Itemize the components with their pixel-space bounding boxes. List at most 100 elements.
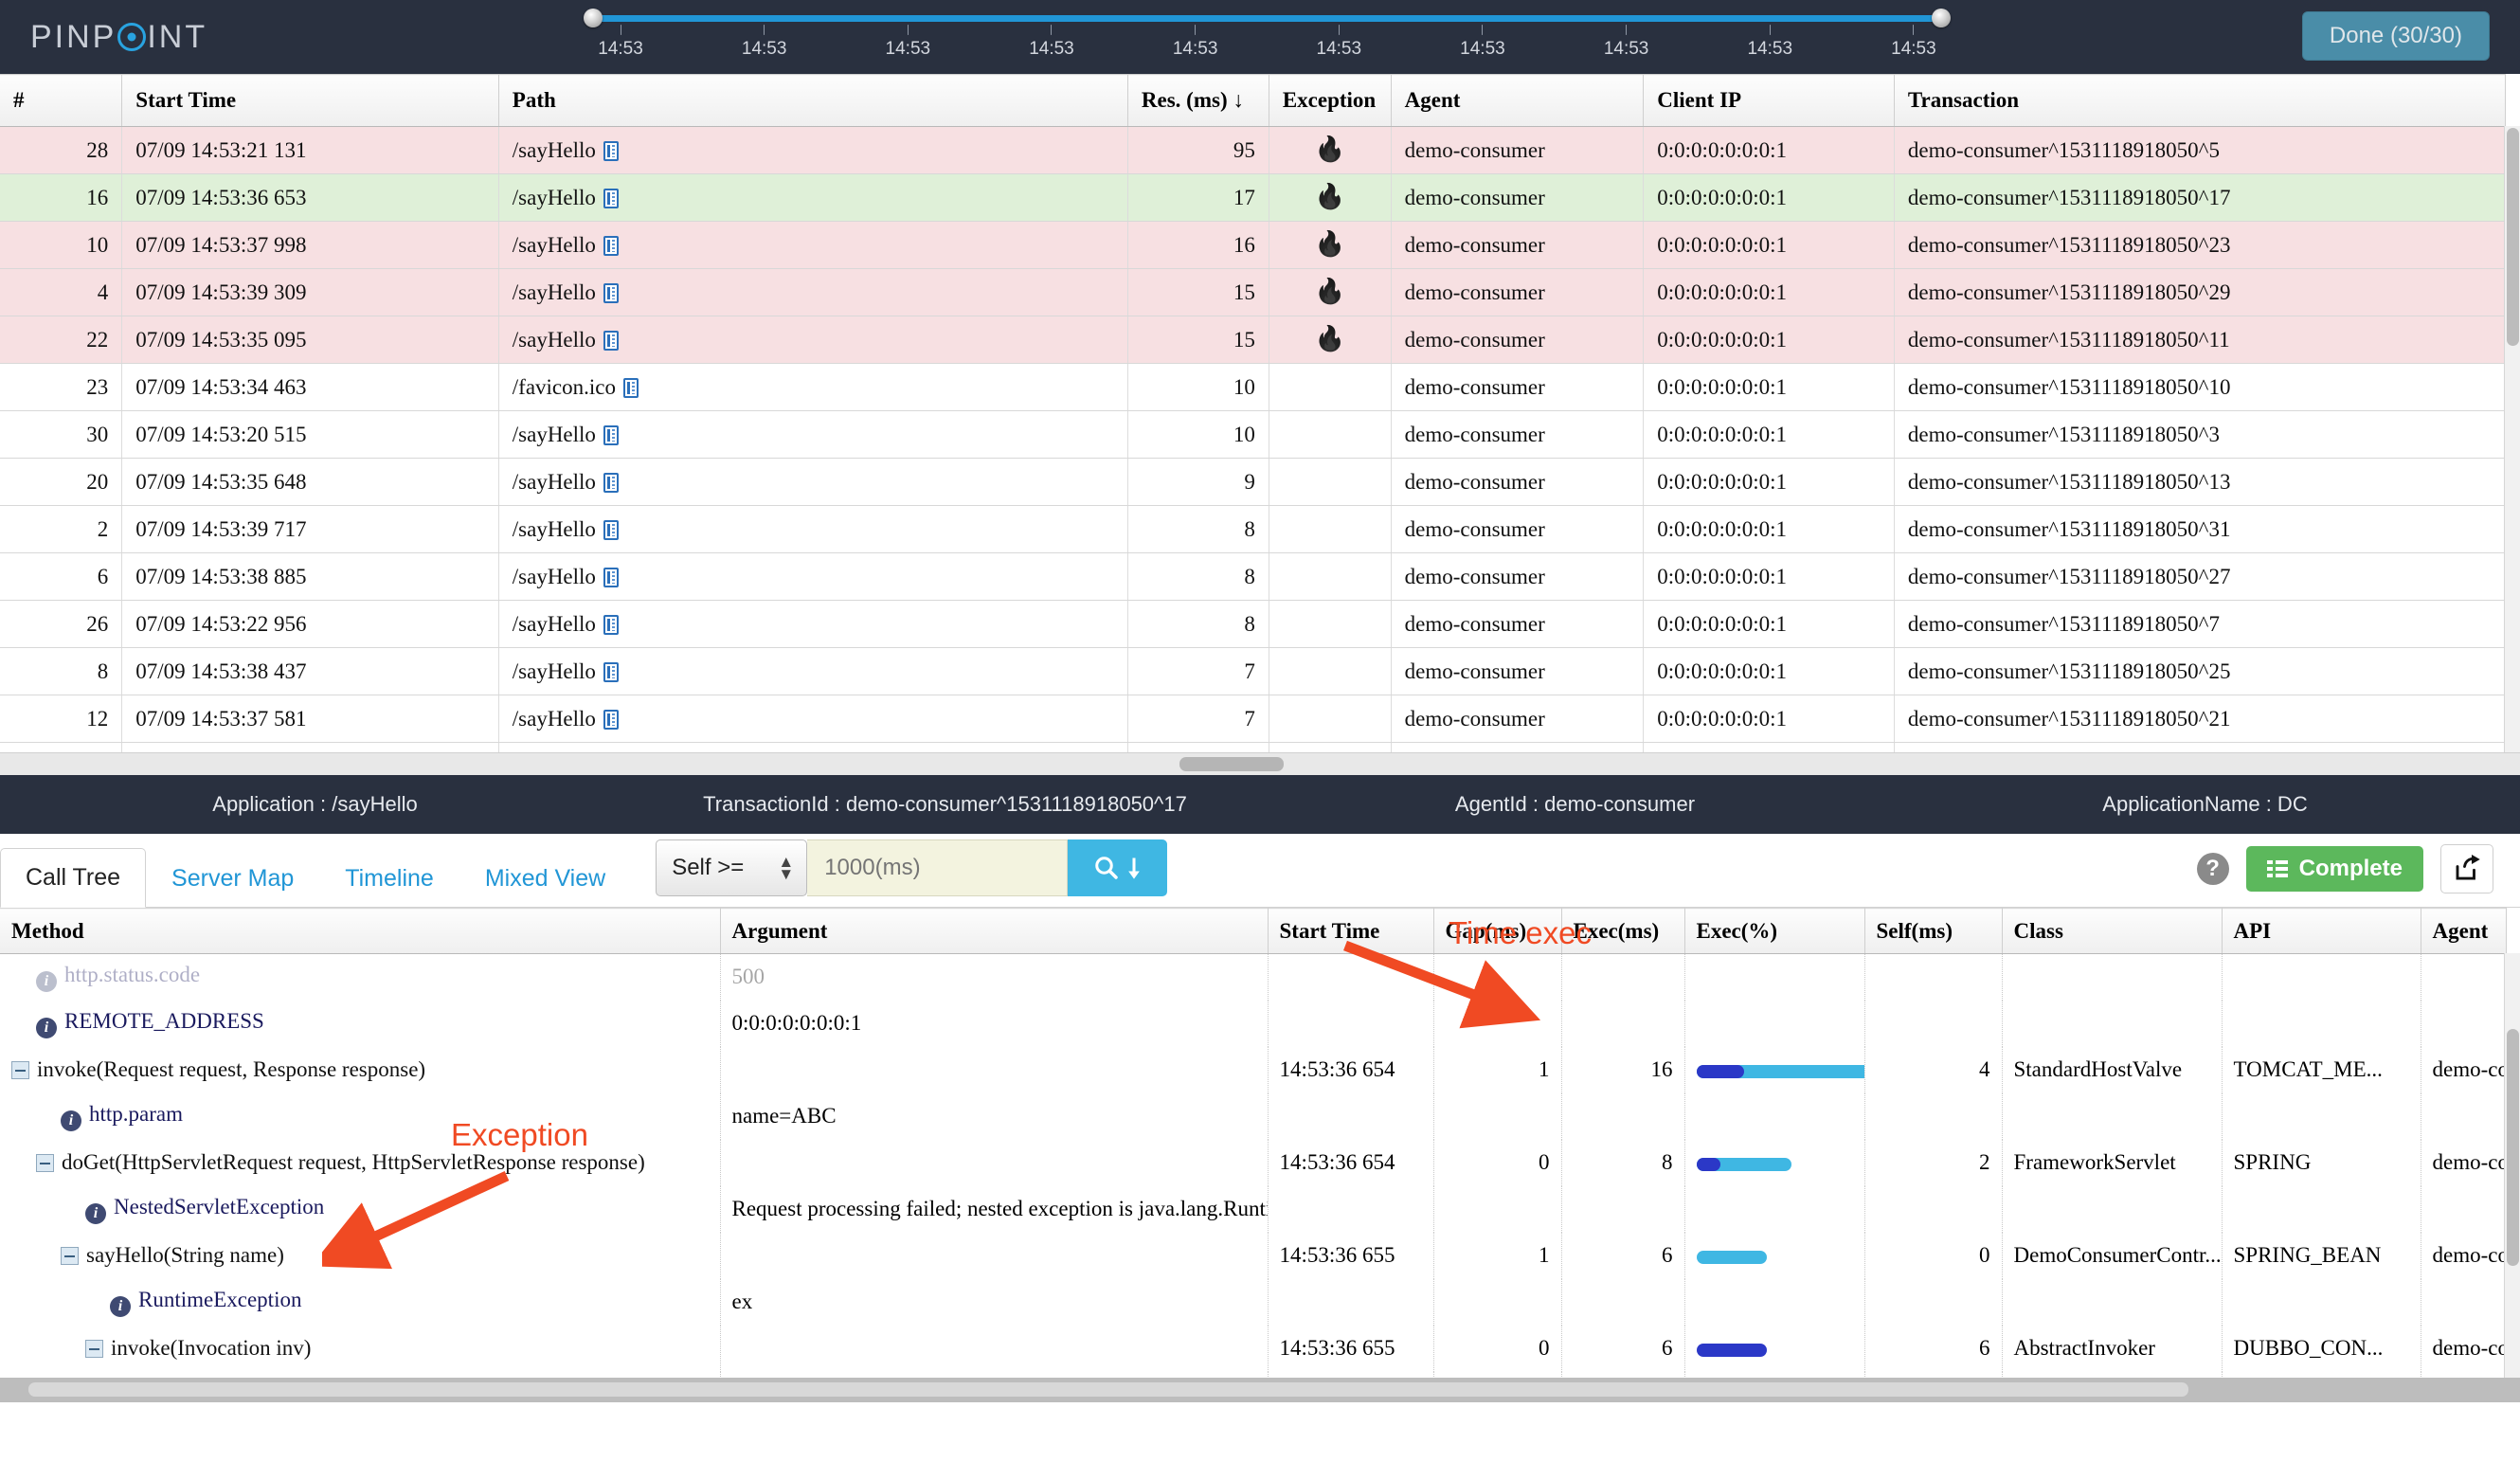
cell-path[interactable]: /sayHello <box>498 221 1128 269</box>
tab-mixed-view[interactable]: Mixed View <box>459 849 631 908</box>
info-icon[interactable]: i <box>36 1017 57 1038</box>
call-tree-row[interactable]: doGet(HttpServletRequest request, HttpSe… <box>0 1139 2507 1186</box>
table-row[interactable]: 28 07/09 14:53:21 131/sayHello 95 🔥 demo-con… <box>0 126 2507 174</box>
call-tree-row[interactable]: i http.status.code 500 <box>0 953 2507 1001</box>
cell-path[interactable]: /sayHello <box>498 647 1128 695</box>
cell-method[interactable]: invoke(Request request, Response respons… <box>0 1046 721 1093</box>
col-header-exception[interactable]: Exception <box>1269 74 1392 127</box>
document-icon[interactable] <box>622 377 639 398</box>
call-tree-hscroll-thumb[interactable] <box>28 1382 2188 1397</box>
document-icon[interactable] <box>603 472 619 493</box>
cell-method[interactable]: i http.param <box>0 1092 721 1140</box>
ct-col-class[interactable]: Class <box>2002 908 2223 954</box>
horizontal-scroll-thumb[interactable] <box>1179 757 1284 771</box>
cell-method[interactable]: doGet(HttpServletRequest request, HttpSe… <box>0 1139 721 1186</box>
col-header-transaction[interactable]: Transaction <box>1894 74 2507 127</box>
col-header-agent[interactable]: Agent <box>1391 74 1645 127</box>
cell-path[interactable]: /sayHello <box>498 695 1128 743</box>
cell-path[interactable]: /sayHello <box>498 173 1128 222</box>
share-button[interactable] <box>2440 844 2493 893</box>
info-icon[interactable]: i <box>85 1202 106 1224</box>
ct-col-api[interactable]: API <box>2222 908 2421 954</box>
document-icon[interactable] <box>603 282 619 303</box>
col-header-start-time[interactable]: Start Time <box>121 74 499 127</box>
table-row[interactable]: 16 07/09 14:53:36 653/sayHello 17 🔥 demo-con… <box>0 173 2507 222</box>
transaction-table-vertical-scrollbar[interactable] <box>2504 126 2520 752</box>
table-row[interactable]: 12 07/09 14:53:37 581/sayHello 7 demo-consu… <box>0 695 2507 743</box>
tab-timeline[interactable]: Timeline <box>319 849 459 908</box>
col-header-index[interactable]: # <box>0 74 123 127</box>
cell-method[interactable]: i RuntimeException <box>0 1278 721 1326</box>
table-row[interactable]: 10 07/09 14:53:37 998/sayHello 16 🔥 demo-con… <box>0 221 2507 269</box>
call-tree-row[interactable]: invoke(Invocation inv) 14:53:36 655 0 6 6 Abs… <box>0 1325 2507 1372</box>
cell-path[interactable]: /sayHello <box>498 505 1128 553</box>
filter-type-select[interactable]: Self >= ▲ ▼ <box>656 839 808 896</box>
collapse-toggle-icon[interactable] <box>11 1061 29 1079</box>
cell-method[interactable]: sayHello(String name) <box>0 1232 721 1279</box>
tab-server-map[interactable]: Server Map <box>146 849 319 908</box>
call-tree-row[interactable]: i NestedServletException Request processin… <box>0 1185 2507 1233</box>
filter-threshold-input[interactable] <box>807 839 1069 896</box>
cell-path[interactable]: /sayHello <box>498 316 1128 364</box>
cell-method[interactable]: invoke(Invocation inv) <box>0 1325 721 1372</box>
document-icon[interactable] <box>603 330 619 351</box>
filter-search-button[interactable] <box>1068 839 1168 896</box>
done-button[interactable]: Done (30/30) <box>2301 11 2490 61</box>
call-tree-horizontal-scrollbar[interactable] <box>0 1378 2520 1402</box>
document-icon[interactable] <box>603 709 619 730</box>
info-icon[interactable]: i <box>61 1110 81 1131</box>
ct-col-agent[interactable]: Agent <box>2421 908 2507 954</box>
document-icon[interactable] <box>603 235 619 256</box>
table-row[interactable]: 20 07/09 14:53:35 648/sayHello 9 demo-consu… <box>0 458 2507 506</box>
document-icon[interactable] <box>603 567 619 587</box>
help-icon[interactable]: ? <box>2196 853 2229 885</box>
call-tree-row[interactable]: i http.param name=ABC <box>0 1092 2507 1140</box>
cell-method[interactable]: i http.status.code <box>0 953 721 1001</box>
vertical-scroll-thumb[interactable] <box>2507 128 2519 346</box>
table-row[interactable]: 8 07/09 14:53:38 437/sayHello 7 demo-consum… <box>0 647 2507 695</box>
col-header-client-ip[interactable]: Client IP <box>1643 74 1895 127</box>
call-tree-row[interactable]: sayHello(String name) 14:53:36 655 1 6 0 Demo… <box>0 1232 2507 1279</box>
document-icon[interactable] <box>603 140 619 161</box>
complete-status-badge[interactable]: Complete <box>2245 846 2423 892</box>
cell-path[interactable]: /sayHello <box>498 458 1128 506</box>
time-range-slider[interactable]: 14:53 14:53 14:53 14:53 14:53 14:53 14:53 14:53… <box>237 0 2302 74</box>
collapse-toggle-icon[interactable] <box>85 1340 103 1358</box>
table-row[interactable]: 2 07/09 14:53:39 717/sayHello 8 demo-consum… <box>0 505 2507 553</box>
cell-method[interactable]: i NestedServletException <box>0 1185 721 1233</box>
table-row[interactable]: 4 07/09 14:53:39 309/sayHello 15 🔥 demo-cons… <box>0 268 2507 316</box>
cell-path[interactable]: /sayHello <box>498 126 1128 174</box>
ct-col-exec-pct[interactable]: Exec(%) <box>1684 908 1865 954</box>
info-icon[interactable]: i <box>36 970 57 992</box>
cell-path[interactable]: /sayHello <box>498 410 1128 459</box>
cell-path[interactable]: /sayHello <box>498 600 1128 648</box>
ct-col-start-time[interactable]: Start Time <box>1268 908 1434 954</box>
ct-col-argument[interactable]: Argument <box>720 908 1269 954</box>
cell-path[interactable]: /sayHello <box>498 552 1128 601</box>
collapse-toggle-icon[interactable] <box>36 1154 54 1172</box>
call-tree-row[interactable]: i RuntimeException ex <box>0 1278 2507 1326</box>
table-row[interactable]: 26 07/09 14:53:22 956/sayHello 8 demo-consu… <box>0 600 2507 648</box>
info-icon[interactable]: i <box>110 1295 131 1317</box>
document-icon[interactable] <box>603 519 619 540</box>
pinpoint-logo[interactable]: PINP INT <box>0 0 237 74</box>
ct-col-gap-ms[interactable]: Gap(ms) <box>1433 908 1562 954</box>
cell-method[interactable]: i REMOTE_ADDRESS <box>0 1000 721 1047</box>
ct-col-method[interactable]: Method <box>0 908 721 954</box>
call-tree-row[interactable]: i REMOTE_ADDRESS 0:0:0:0:0:0:0:1 <box>0 1000 2507 1047</box>
cell-path[interactable]: /favicon.ico <box>498 363 1128 411</box>
document-icon[interactable] <box>603 661 619 682</box>
table-row[interactable]: 30 07/09 14:53:20 515/sayHello 10 demo-cons… <box>0 410 2507 459</box>
ct-col-exec-ms[interactable]: Exec(ms) <box>1561 908 1685 954</box>
call-tree-row[interactable]: invoke(Request request, Response respons… <box>0 1046 2507 1093</box>
slider-track[interactable] <box>592 15 1942 22</box>
table-row[interactable]: 6 07/09 14:53:38 885/sayHello 8 demo-consum… <box>0 552 2507 601</box>
cell-path[interactable]: /sayHello <box>498 268 1128 316</box>
collapse-toggle-icon[interactable] <box>61 1247 79 1265</box>
col-header-path[interactable]: Path <box>498 74 1128 127</box>
call-tree-vscroll-thumb[interactable] <box>2507 1029 2519 1266</box>
document-icon[interactable] <box>603 188 619 208</box>
table-row[interactable]: 23 07/09 14:53:34 463/favicon.ico 10 demo-c… <box>0 363 2507 411</box>
transaction-table-horizontal-scrollbar[interactable] <box>0 752 2520 775</box>
tab-call-tree[interactable]: Call Tree <box>0 848 147 908</box>
